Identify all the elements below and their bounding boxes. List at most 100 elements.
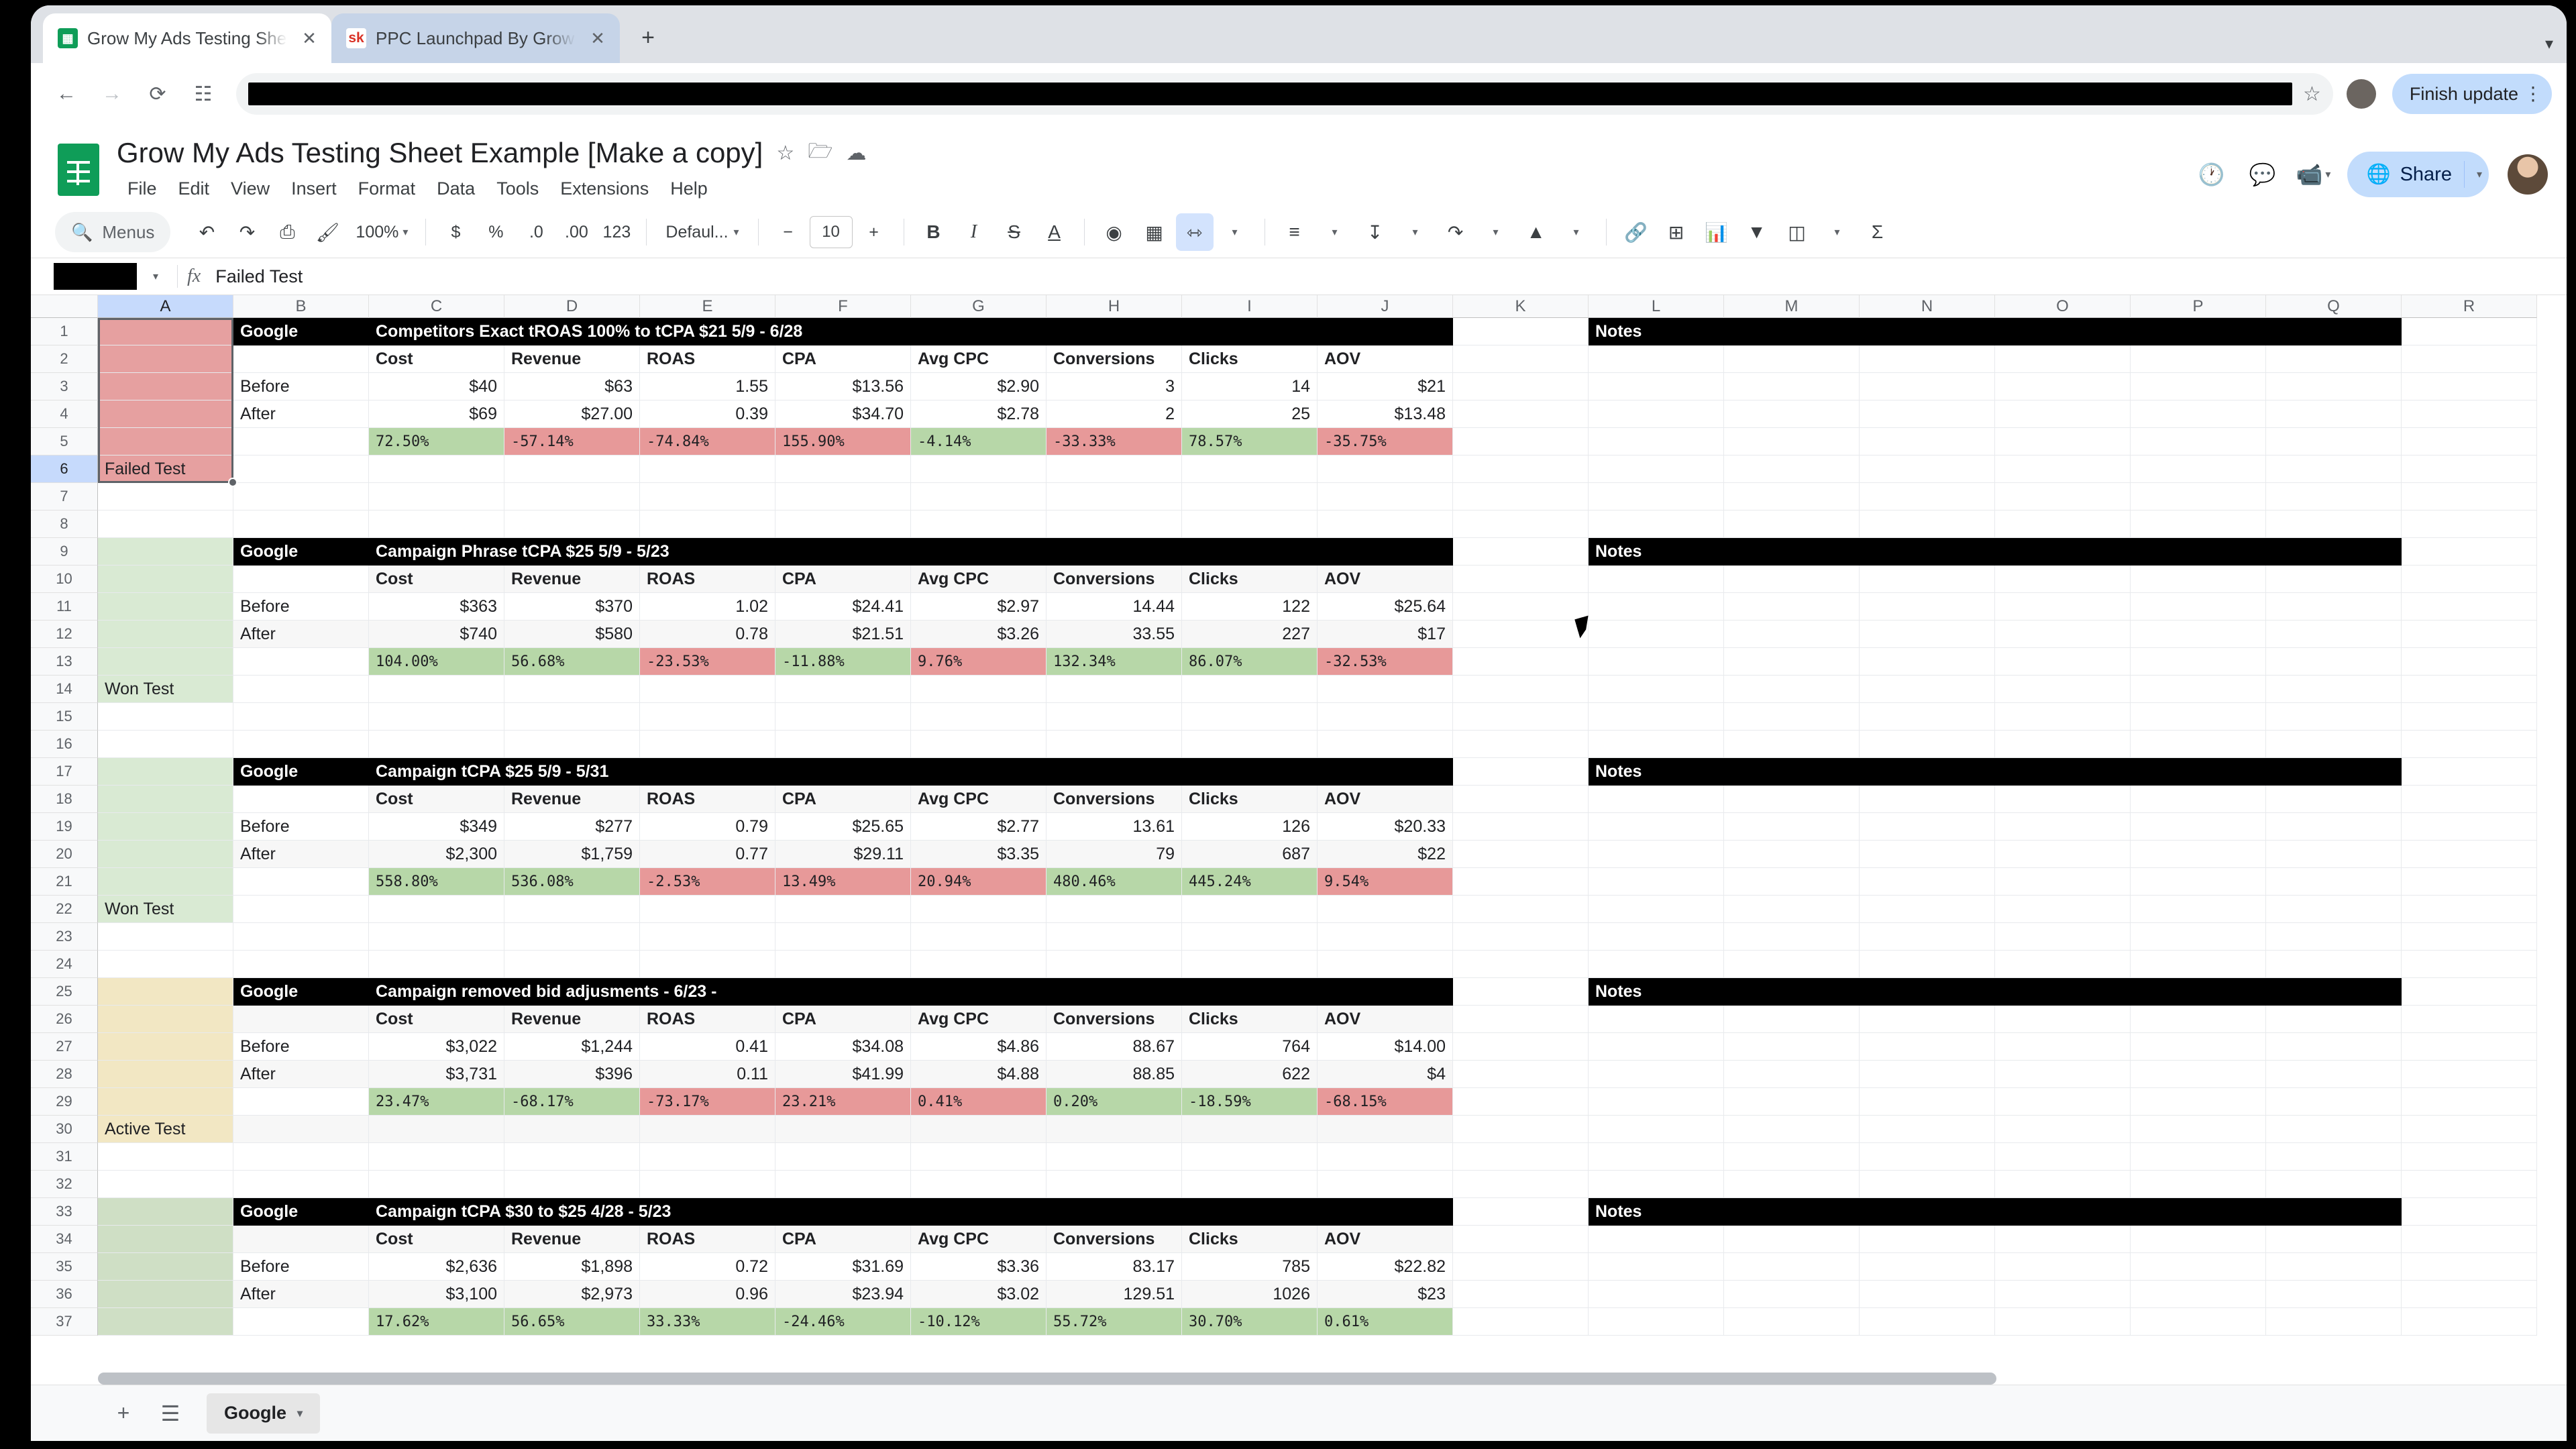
cell-R30[interactable] [2402,1116,2537,1143]
cell-Q5[interactable] [2266,428,2402,455]
cell-K2[interactable] [1453,345,1589,373]
cell-M32[interactable] [1724,1171,1860,1198]
cell-I10[interactable]: Clicks [1182,566,1318,593]
cell-Q30[interactable] [2266,1116,2402,1143]
cell-C21[interactable]: 558.80% [369,868,504,896]
cell-Q11[interactable] [2266,593,2402,621]
cell-F6[interactable] [775,455,911,483]
cell-G8[interactable] [911,511,1046,538]
cell-G24[interactable] [911,951,1046,978]
column-header-r[interactable]: R [2402,295,2537,318]
cell-C28[interactable]: $3,731 [369,1061,504,1088]
cell-R32[interactable] [2402,1171,2537,1198]
finish-update-button[interactable]: Finish update ⋮ [2392,74,2552,114]
cell-O10[interactable] [1995,566,2131,593]
row-header-25[interactable]: 25 [31,978,98,1006]
column-header-j[interactable]: J [1318,295,1453,318]
cell-E26[interactable]: ROAS [640,1006,775,1033]
cell-D26[interactable]: Revenue [504,1006,640,1033]
cell-F37[interactable]: -24.46% [775,1308,911,1336]
cell-P32[interactable] [2131,1171,2266,1198]
cell-D6[interactable] [504,455,640,483]
cell-F10[interactable]: CPA [775,566,911,593]
cell-R7[interactable] [2402,483,2537,511]
cell-C22[interactable] [369,896,504,923]
row-header-35[interactable]: 35 [31,1253,98,1281]
cell-R18[interactable] [2402,786,2537,813]
cell-R34[interactable] [2402,1226,2537,1253]
fill-handle[interactable] [228,478,237,487]
menu-edit[interactable]: Edit [168,173,221,205]
cell-E11[interactable]: 1.02 [640,593,775,621]
cell-L32[interactable] [1589,1171,1724,1198]
cell-G28[interactable]: $4.88 [911,1061,1046,1088]
cell-D30[interactable] [504,1116,640,1143]
cell-C29[interactable]: 23.47% [369,1088,504,1116]
cell-D21[interactable]: 536.08% [504,868,640,896]
cell-E13[interactable]: -23.53% [640,648,775,676]
cell-F27[interactable]: $34.08 [775,1033,911,1061]
cell-N8[interactable] [1860,511,1995,538]
cell-E12[interactable]: 0.78 [640,621,775,648]
cell-L6[interactable] [1589,455,1724,483]
cell-D11[interactable]: $370 [504,593,640,621]
cell-J16[interactable] [1318,731,1453,758]
cell-H5[interactable]: -33.33% [1046,428,1182,455]
cell-Q34[interactable] [2266,1226,2402,1253]
cell-N11[interactable] [1860,593,1995,621]
cell-N29[interactable] [1860,1088,1995,1116]
cell-C8[interactable] [369,511,504,538]
cell-C26[interactable]: Cost [369,1006,504,1033]
cell-C9[interactable]: Campaign Phrase tCPA $25 5/9 - 5/23 [369,538,1453,566]
chevron-down-icon[interactable]: ▾ [1477,213,1515,251]
cell-E22[interactable] [640,896,775,923]
cell-C35[interactable]: $2,636 [369,1253,504,1281]
cell-J12[interactable]: $17 [1318,621,1453,648]
version-history-icon[interactable]: 🕐 [2189,152,2233,197]
cell-E34[interactable]: ROAS [640,1226,775,1253]
cell-C18[interactable]: Cost [369,786,504,813]
cell-B2[interactable] [233,345,369,373]
cell-H4[interactable]: 2 [1046,400,1182,428]
cell-I34[interactable]: Clicks [1182,1226,1318,1253]
cell-H37[interactable]: 55.72% [1046,1308,1182,1336]
cell-N19[interactable] [1860,813,1995,841]
cell-N20[interactable] [1860,841,1995,868]
cell-R15[interactable] [2402,703,2537,731]
cell-F22[interactable] [775,896,911,923]
cell-A14[interactable]: Won Test [98,676,233,703]
bookmark-star-icon[interactable]: ☆ [2303,83,2321,106]
cell-I26[interactable]: Clicks [1182,1006,1318,1033]
cell-F24[interactable] [775,951,911,978]
menu-data[interactable]: Data [426,173,486,205]
cell-I37[interactable]: 30.70% [1182,1308,1318,1336]
currency-format-button[interactable]: $ [437,213,474,251]
cell-K36[interactable] [1453,1281,1589,1308]
cell-R19[interactable] [2402,813,2537,841]
cell-I16[interactable] [1182,731,1318,758]
cell-N15[interactable] [1860,703,1995,731]
vertical-align-icon[interactable]: ↧ [1356,213,1394,251]
bold-button[interactable]: B [915,213,953,251]
cell-I12[interactable]: 227 [1182,621,1318,648]
cell-H36[interactable]: 129.51 [1046,1281,1182,1308]
cell-M7[interactable] [1724,483,1860,511]
cell-K16[interactable] [1453,731,1589,758]
row-header-16[interactable]: 16 [31,731,98,758]
cell-P12[interactable] [2131,621,2266,648]
cell-E31[interactable] [640,1143,775,1171]
cell-D15[interactable] [504,703,640,731]
cell-B19[interactable]: Before [233,813,369,841]
cell-D36[interactable]: $2,973 [504,1281,640,1308]
horizontal-align-icon[interactable]: ≡ [1276,213,1313,251]
cell-L27[interactable] [1589,1033,1724,1061]
cell-F12[interactable]: $21.51 [775,621,911,648]
cell-E28[interactable]: 0.11 [640,1061,775,1088]
cell-B27[interactable]: Before [233,1033,369,1061]
cell-O32[interactable] [1995,1171,2131,1198]
cell-A17[interactable] [98,758,233,786]
text-wrap-icon[interactable]: ↷ [1437,213,1474,251]
cell-A30[interactable]: Active Test [98,1116,233,1143]
row-header-24[interactable]: 24 [31,951,98,978]
cell-I19[interactable]: 126 [1182,813,1318,841]
